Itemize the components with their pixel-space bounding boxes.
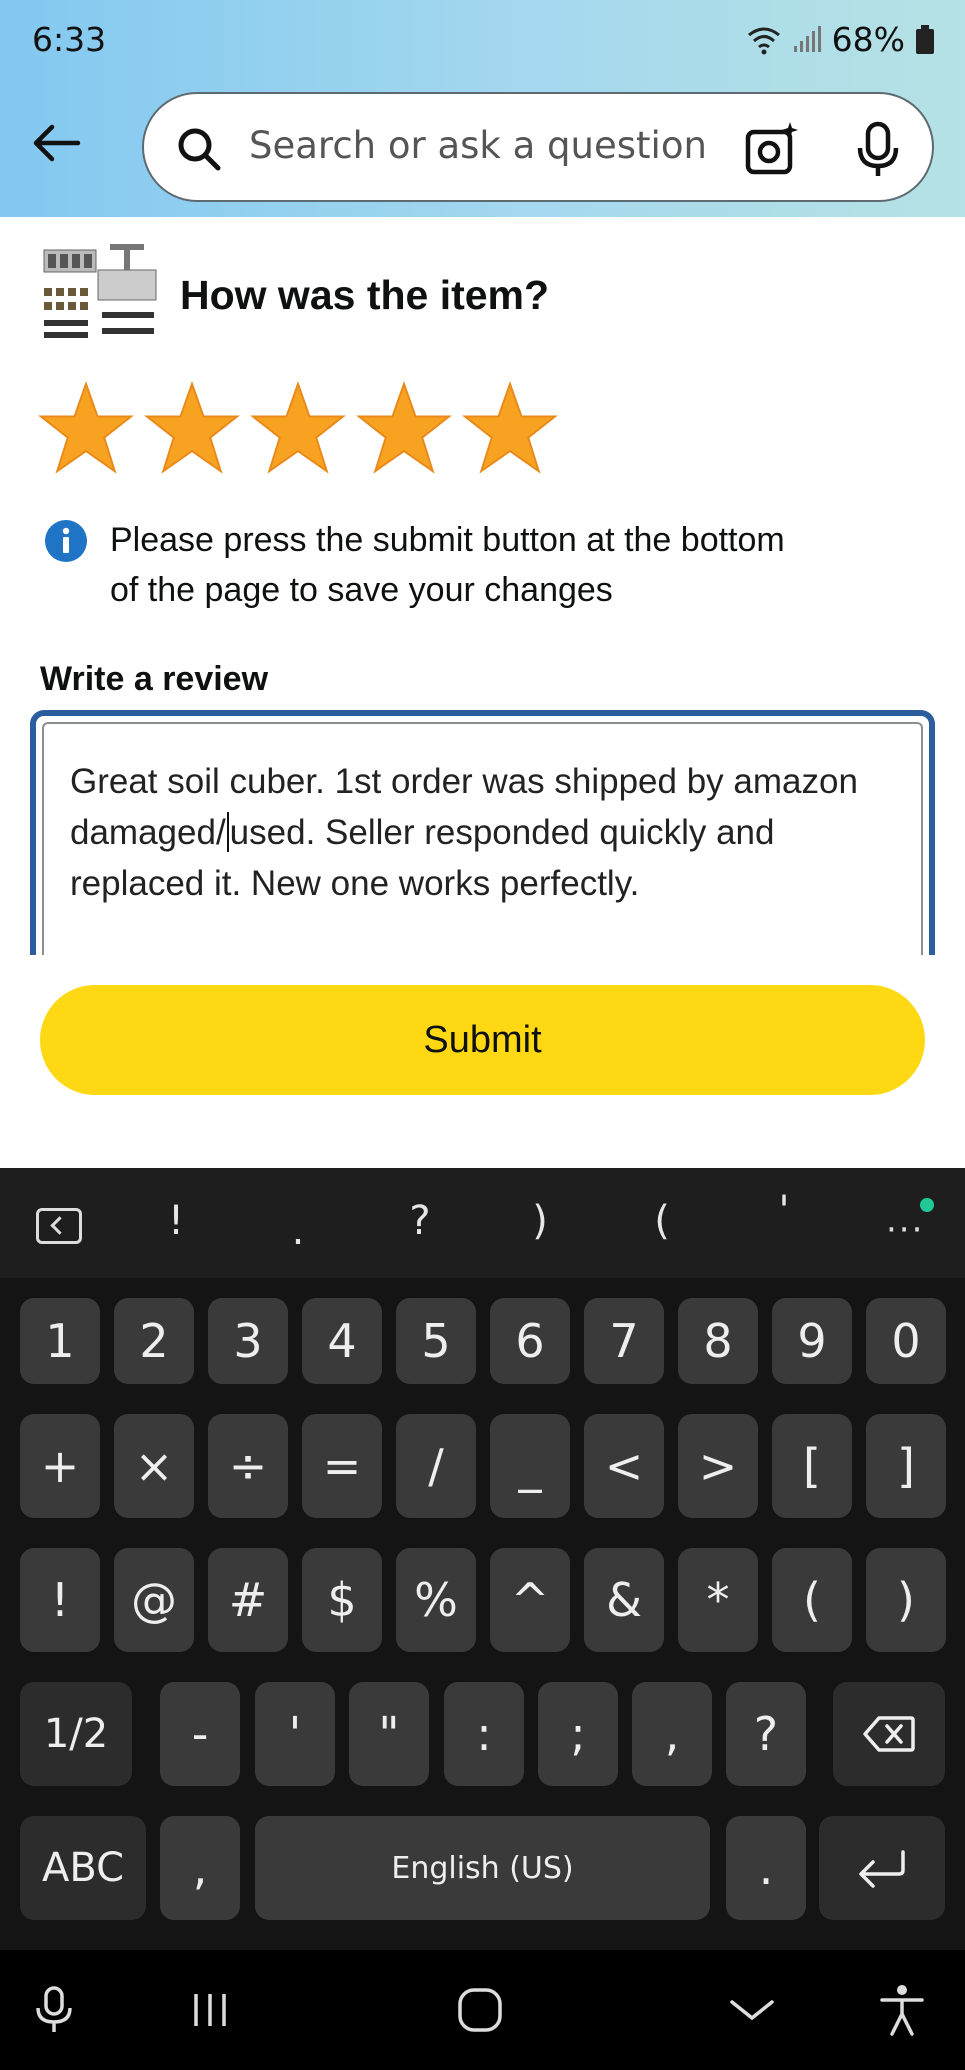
key[interactable]: ] — [866, 1414, 946, 1518]
key[interactable]: , — [632, 1682, 712, 1786]
key[interactable]: " — [349, 1682, 429, 1786]
info-text-line-2: of the page to save your changes — [110, 571, 613, 609]
keyboard-mic-icon[interactable] — [24, 1980, 84, 2040]
battery-icon — [916, 24, 934, 54]
key[interactable]: × — [114, 1414, 194, 1518]
key[interactable]: # — [208, 1548, 288, 1652]
key[interactable]: ? — [726, 1682, 806, 1786]
signal-icon — [793, 25, 821, 52]
key[interactable]: 2 — [114, 1298, 194, 1384]
toolbar-key[interactable]: ) — [510, 1198, 570, 1244]
accessibility-icon[interactable] — [872, 1980, 932, 2040]
enter-icon — [859, 1850, 905, 1888]
key[interactable]: ( — [772, 1548, 852, 1652]
key[interactable]: ^ — [490, 1548, 570, 1652]
key[interactable]: 4 — [302, 1298, 382, 1384]
keyboard-toolbar: ! . ? ) ( ' ··· — [0, 1168, 965, 1278]
key[interactable]: 7 — [584, 1298, 664, 1384]
key[interactable]: @ — [114, 1548, 194, 1652]
toolbar-key[interactable]: ' — [754, 1188, 814, 1234]
key[interactable]: 0 — [866, 1298, 946, 1384]
backspace-icon — [863, 1716, 915, 1752]
toolbar-key[interactable]: ? — [390, 1198, 450, 1244]
key[interactable]: 6 — [490, 1298, 570, 1384]
key[interactable]: : — [444, 1682, 524, 1786]
key[interactable]: 5 — [396, 1298, 476, 1384]
status-time: 6:33 — [32, 20, 107, 59]
app-header: 6:33 68% Search or ask a question — [0, 0, 965, 217]
comma-key[interactable]: , — [160, 1816, 240, 1920]
info-text-line-1: Please press the submit button at the bo… — [110, 521, 785, 559]
key[interactable]: > — [678, 1414, 758, 1518]
hide-keyboard-icon[interactable] — [722, 1980, 782, 2040]
star-4-icon[interactable] — [356, 380, 452, 476]
info-text: Please press the submit button at the bo… — [110, 515, 930, 615]
enter-key[interactable] — [819, 1816, 945, 1920]
camera-sparkle-icon[interactable] — [744, 120, 802, 178]
system-navigation-bar — [0, 1950, 965, 2070]
page-title: How was the item? — [180, 272, 550, 318]
microphone-icon[interactable] — [854, 120, 902, 178]
info-icon — [45, 520, 87, 562]
key[interactable]: / — [396, 1414, 476, 1518]
toolbar-key[interactable]: ( — [632, 1198, 692, 1244]
key[interactable]: 3 — [208, 1298, 288, 1384]
product-thumbnail — [43, 244, 157, 338]
key[interactable]: _ — [490, 1414, 570, 1518]
home-icon[interactable] — [450, 1980, 510, 2040]
wifi-icon — [747, 27, 780, 54]
search-icon — [178, 128, 221, 171]
star-rating[interactable] — [38, 380, 558, 476]
key[interactable]: + — [20, 1414, 100, 1518]
key[interactable]: [ — [772, 1414, 852, 1518]
notification-dot — [920, 1198, 934, 1212]
star-5-icon[interactable] — [462, 380, 558, 476]
submit-button[interactable]: Submit — [40, 985, 925, 1095]
key[interactable]: ) — [866, 1548, 946, 1652]
key[interactable]: 1 — [20, 1298, 100, 1384]
more-options-icon[interactable]: ··· — [886, 1210, 924, 1250]
review-label: Write a review — [40, 660, 269, 698]
key[interactable]: ' — [255, 1682, 335, 1786]
toolbar-key[interactable]: . — [268, 1208, 328, 1254]
half-key[interactable]: 1/2 — [20, 1682, 132, 1786]
search-bar[interactable]: Search or ask a question — [142, 92, 934, 202]
star-1-icon[interactable] — [38, 380, 134, 476]
keyboard: ! . ? ) ( ' ··· 1 2 3 4 5 6 7 8 9 0 + × … — [0, 1168, 965, 1950]
status-icons: 68% — [746, 20, 935, 59]
back-arrow-icon[interactable] — [28, 115, 84, 171]
key[interactable]: - — [160, 1682, 240, 1786]
key[interactable]: & — [584, 1548, 664, 1652]
battery-percent: 68% — [831, 20, 905, 59]
text-cursor — [226, 812, 229, 852]
key[interactable]: = — [302, 1414, 382, 1518]
period-key[interactable]: . — [726, 1816, 806, 1920]
review-textarea[interactable]: Great soil cuber. 1st order was shipped … — [30, 710, 935, 955]
backspace-key[interactable] — [833, 1682, 945, 1786]
recent-apps-icon[interactable] — [180, 1980, 240, 2040]
key[interactable]: ; — [538, 1682, 618, 1786]
key[interactable]: ÷ — [208, 1414, 288, 1518]
key[interactable]: < — [584, 1414, 664, 1518]
review-text[interactable]: Great soil cuber. 1st order was shipped … — [70, 756, 890, 909]
star-2-icon[interactable] — [144, 380, 240, 476]
key[interactable]: % — [396, 1548, 476, 1652]
space-key[interactable]: English (US) — [255, 1816, 710, 1920]
star-3-icon[interactable] — [250, 380, 346, 476]
key[interactable]: * — [678, 1548, 758, 1652]
keyboard-cursor-left-icon[interactable] — [36, 1208, 82, 1244]
toolbar-key[interactable]: ! — [146, 1198, 206, 1244]
key[interactable]: $ — [302, 1548, 382, 1652]
key[interactable]: 8 — [678, 1298, 758, 1384]
key[interactable]: ! — [20, 1548, 100, 1652]
search-input[interactable]: Search or ask a question — [249, 124, 707, 167]
abc-key[interactable]: ABC — [20, 1816, 146, 1920]
key[interactable]: 9 — [772, 1298, 852, 1384]
